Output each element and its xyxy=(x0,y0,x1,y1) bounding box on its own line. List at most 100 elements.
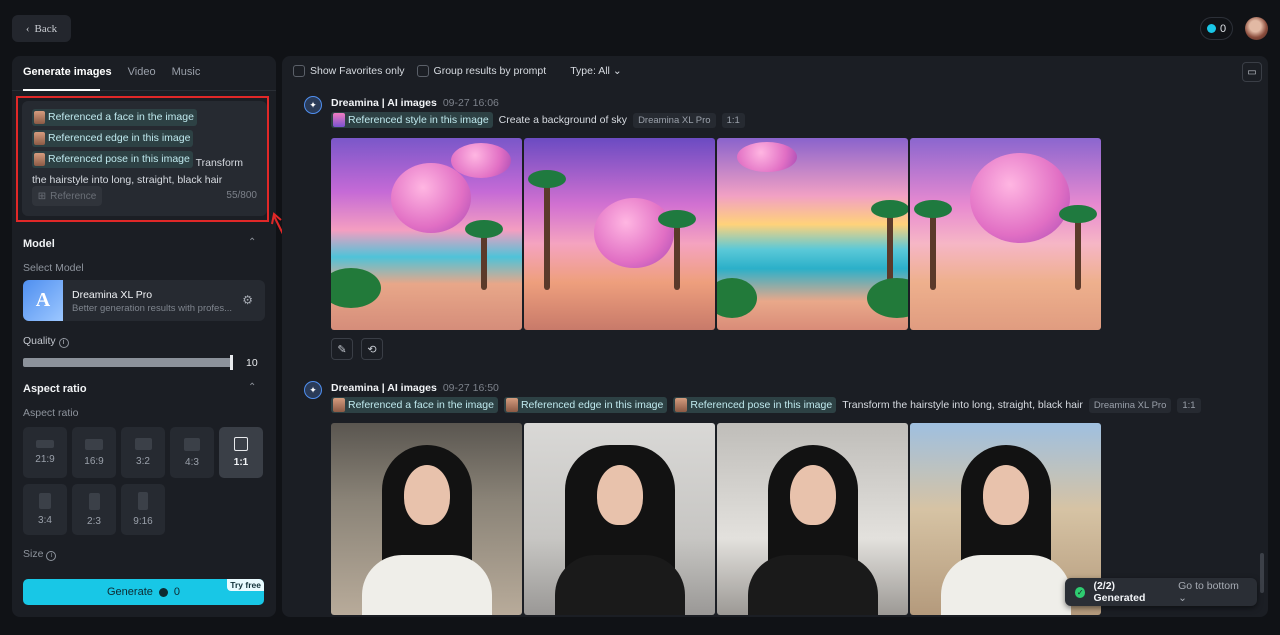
reference-button[interactable]: ⊞ Reference xyxy=(32,186,102,206)
chevron-up-icon[interactable]: ⌃ xyxy=(248,237,256,248)
cloud-shape xyxy=(451,143,511,178)
quality-value: 10 xyxy=(246,357,258,369)
ratio-tag: 1:1 xyxy=(721,112,745,128)
aspect-option-9-16[interactable]: 9:16 xyxy=(121,484,165,535)
size-label: Size i xyxy=(23,548,57,561)
aspect-option-2-3[interactable]: 2:3 xyxy=(72,484,116,535)
generation-status-toast[interactable]: ✓ (2/2) Generated Go to bottom ⌄ xyxy=(1065,578,1257,606)
results-scrollbar[interactable] xyxy=(1260,553,1264,593)
aspect-option-4-3[interactable]: 4:3 xyxy=(170,427,214,478)
aspect-option-3-4[interactable]: 3:4 xyxy=(23,484,67,535)
ratio-shape-icon xyxy=(138,492,148,510)
image-row xyxy=(331,138,1101,330)
model-tag: Dreamina XL Pro xyxy=(1088,397,1172,413)
check-circle-icon: ✓ xyxy=(1075,586,1086,598)
select-model-label: Select Model xyxy=(23,262,84,274)
back-button[interactable]: ‹ Back xyxy=(12,15,71,42)
generated-image[interactable] xyxy=(717,138,908,330)
generate-panel: Generate images Video Music Referenced a… xyxy=(12,56,276,617)
tab-music[interactable]: Music xyxy=(172,66,201,78)
face-shape xyxy=(789,465,836,525)
tab-video[interactable]: Video xyxy=(128,66,156,78)
reference-chip-face[interactable]: Referenced a face in the image xyxy=(331,397,498,413)
reference-thumbnail xyxy=(34,153,45,166)
ratio-shape-icon xyxy=(85,438,103,450)
ratio-shape-icon xyxy=(88,492,100,510)
quality-slider[interactable] xyxy=(23,358,232,367)
ratio-shape-icon xyxy=(134,438,152,450)
try-free-badge: Try free xyxy=(227,579,264,591)
palm-tree-shape xyxy=(658,210,696,290)
face-shape xyxy=(982,465,1029,525)
back-label: Back xyxy=(34,22,58,35)
avatar[interactable] xyxy=(1245,17,1268,40)
chevron-down-icon: ⌄ xyxy=(1178,592,1187,604)
generated-image[interactable] xyxy=(524,423,715,615)
checkbox[interactable] xyxy=(416,65,429,77)
reference-thumbnail xyxy=(675,398,688,412)
generated-image[interactable] xyxy=(524,138,715,330)
palm-tree-shape xyxy=(528,170,566,290)
tab-generate-images[interactable]: Generate images xyxy=(23,66,112,78)
quality-slider-handle[interactable] xyxy=(230,355,233,370)
model-description: Better generation results with profes... xyxy=(72,303,232,314)
folder-icon[interactable]: ▭ xyxy=(1242,62,1262,82)
model-name: Dreamina XL Pro xyxy=(72,289,153,301)
ratio-shape-icon xyxy=(234,437,248,451)
face-shape xyxy=(596,465,643,525)
ratio-tag: 1:1 xyxy=(1177,397,1201,413)
results-toolbar: Show Favorites only Group results by pro… xyxy=(293,65,622,77)
model-selector[interactable]: A Dreamina XL Pro Better generation resu… xyxy=(23,280,265,321)
reference-chip-pose[interactable]: Referenced pose in this image xyxy=(673,397,837,413)
reference-chip-edge[interactable]: Referenced edge in this image xyxy=(503,397,668,413)
sliders-icon[interactable]: ⚙ xyxy=(242,293,253,307)
dreamina-logo-icon: ✦ xyxy=(304,96,322,114)
reference-chip-face[interactable]: Referenced a face in the image xyxy=(32,109,197,126)
edit-pencil-icon[interactable]: ✎ xyxy=(331,338,353,360)
generate-button[interactable]: Generate 0 Try free xyxy=(23,579,264,605)
info-icon[interactable]: i xyxy=(58,338,69,348)
reference-chip-pose[interactable]: Referenced pose in this image xyxy=(32,151,193,168)
credits-badge[interactable]: 0 xyxy=(1200,17,1233,40)
image-add-icon: ⊞ xyxy=(37,190,47,202)
group-by-prompt-toggle[interactable]: Group results by prompt xyxy=(416,65,546,77)
aspect-option-21-9[interactable]: 21:9 xyxy=(23,427,67,478)
reference-thumbnail xyxy=(34,132,45,145)
regenerate-icon[interactable]: ⟲ xyxy=(361,338,383,360)
reference-thumbnail xyxy=(34,111,45,124)
active-tab-indicator xyxy=(23,89,100,91)
generation-prompt: Referenced style in this image Create a … xyxy=(331,112,745,128)
palm-tree-shape xyxy=(465,220,503,290)
reference-thumbnail xyxy=(333,113,345,127)
reference-thumbnail xyxy=(505,398,518,412)
reference-chip-edge[interactable]: Referenced edge in this image xyxy=(32,130,194,147)
quality-label: Quality i xyxy=(23,335,69,348)
type-filter-dropdown[interactable]: Type: All ⌄ xyxy=(570,65,621,77)
bush-shape xyxy=(867,278,908,318)
results-panel: Show Favorites only Group results by pro… xyxy=(282,56,1268,617)
info-icon[interactable]: i xyxy=(46,551,57,561)
generated-image[interactable] xyxy=(331,423,522,615)
favorites-toggle[interactable]: Show Favorites only xyxy=(293,65,405,77)
credit-coin-icon xyxy=(1206,24,1216,33)
checkbox[interactable] xyxy=(293,65,305,77)
cloud-shape xyxy=(970,153,1070,243)
go-to-bottom-link[interactable]: Go to bottom ⌄ xyxy=(1178,580,1247,604)
chevron-down-icon: ⌄ xyxy=(612,65,622,77)
aspect-option-16-9[interactable]: 16:9 xyxy=(72,427,116,478)
aspect-option-1-1[interactable]: 1:1 xyxy=(219,427,263,478)
reference-chip-style[interactable]: Referenced style in this image xyxy=(331,112,493,128)
generated-image[interactable] xyxy=(331,138,522,330)
ratio-shape-icon xyxy=(184,437,200,451)
prompt-input[interactable]: Referenced a face in the image Reference… xyxy=(22,101,267,216)
chevron-left-icon: ‹ xyxy=(25,22,30,35)
shirt-shape xyxy=(361,555,492,615)
cloud-shape xyxy=(391,163,471,233)
chevron-up-icon[interactable]: ⌃ xyxy=(248,382,256,393)
reference-thumbnail xyxy=(333,398,345,412)
palm-tree-shape xyxy=(914,200,952,290)
generated-image[interactable] xyxy=(717,423,908,615)
generated-image[interactable] xyxy=(910,138,1101,330)
model-tag: Dreamina XL Pro xyxy=(633,112,716,128)
aspect-option-3-2[interactable]: 3:2 xyxy=(121,427,165,478)
